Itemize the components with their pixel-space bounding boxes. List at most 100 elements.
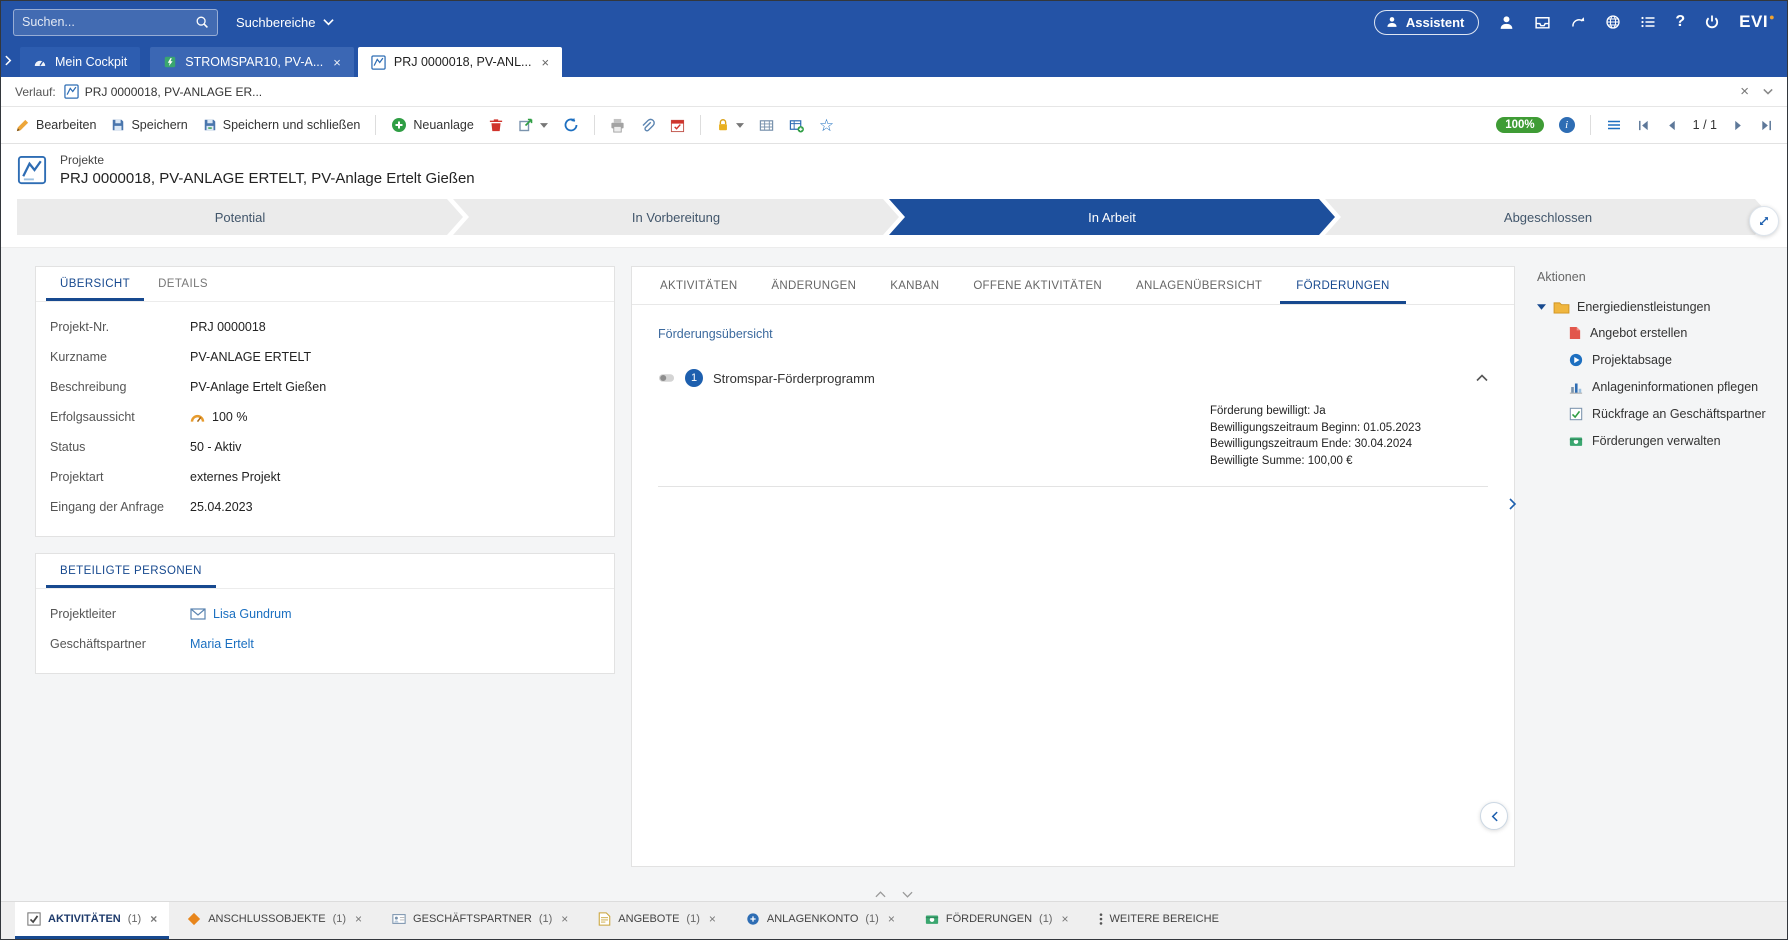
tab-mein-cockpit[interactable]: Mein Cockpit <box>20 47 140 77</box>
group-toggle-icon[interactable] <box>658 372 675 384</box>
bottom-tab-count: (1) <box>1039 913 1052 925</box>
funding-overview-link[interactable]: Förderungsübersicht <box>658 327 773 341</box>
tab-stromspar[interactable]: STROMSPAR10, PV-A... × <box>150 47 354 77</box>
tab-kanban[interactable]: KANBAN <box>874 267 955 304</box>
tab-label: Mein Cockpit <box>55 55 127 69</box>
phase-expand-button[interactable] <box>1749 206 1779 236</box>
power-icon[interactable] <box>1704 14 1720 30</box>
delete-button[interactable] <box>489 118 503 132</box>
bottom-tab-count: (1) <box>686 913 699 925</box>
tab-offene-aktivitaeten[interactable]: OFFENE AKTIVITÄTEN <box>957 267 1118 304</box>
new-record-button[interactable]: Neuanlage <box>391 117 473 133</box>
actions-group[interactable]: Energiedienstleistungen <box>1537 300 1775 314</box>
user-icon[interactable] <box>1498 14 1515 31</box>
caret-down-icon[interactable] <box>1537 304 1546 310</box>
envelope-icon[interactable] <box>190 608 206 620</box>
tab-prj-0000018[interactable]: PRJ 0000018, PV-ANL... × <box>358 47 562 77</box>
tab-close-icon[interactable]: × <box>333 55 341 70</box>
attachment-button[interactable] <box>640 118 655 133</box>
nav-last-button[interactable] <box>1760 119 1773 132</box>
action-projektabsage[interactable]: Projektabsage <box>1569 353 1775 367</box>
tab-close-icon[interactable]: × <box>1061 912 1068 926</box>
project-lead-link[interactable]: Lisa Gundrum <box>213 607 292 621</box>
business-partner-link[interactable]: Maria Ertelt <box>190 637 254 651</box>
export-icon <box>518 117 534 133</box>
tab-beteiligte-personen[interactable]: BETEILIGTE PERSONEN <box>46 554 216 588</box>
global-search[interactable] <box>13 9 218 36</box>
list-icon[interactable] <box>1640 14 1656 30</box>
action-anlageninformationen-pflegen[interactable]: Anlageninformationen pflegen <box>1569 380 1775 394</box>
assistant-button[interactable]: Assistent <box>1374 10 1480 35</box>
chevron-down-icon[interactable] <box>1763 88 1773 95</box>
search-areas-dropdown[interactable]: Suchbereiche <box>230 11 340 34</box>
actions-title: Aktionen <box>1537 270 1775 284</box>
phase-potential[interactable]: Potential <box>17 199 463 235</box>
action-angebot-erstellen[interactable]: Angebot erstellen <box>1569 326 1775 340</box>
info-icon[interactable]: i <box>1559 117 1575 133</box>
refresh-button[interactable] <box>563 117 579 133</box>
close-icon[interactable]: × <box>1740 83 1749 100</box>
phase-label: In Arbeit <box>1088 210 1136 225</box>
chevron-up-icon[interactable] <box>875 891 886 898</box>
bottom-tab-anlagenkonto[interactable]: ANLAGENKONTO (1) × <box>734 902 907 939</box>
permissions-button[interactable] <box>716 118 744 132</box>
chevron-down-icon[interactable] <box>902 891 913 898</box>
bottom-tab-anschlussobjekte[interactable]: ANSCHLUSSOBJEKTE (1) × <box>175 902 374 939</box>
help-icon[interactable]: ? <box>1675 13 1685 31</box>
bottom-tab-label: ANLAGENKONTO <box>767 913 859 925</box>
lock-icon <box>716 118 730 132</box>
nav-first-button[interactable] <box>1637 119 1650 132</box>
participants-card-tabs: BETEILIGTE PERSONEN <box>36 554 614 589</box>
action-rueckfrage-geschaeftspartner[interactable]: Rückfrage an Geschäftspartner <box>1569 407 1775 421</box>
tab-anlagenuebersicht[interactable]: ANLAGENÜBERSICHT <box>1120 267 1278 304</box>
tab-close-icon[interactable]: × <box>709 912 716 926</box>
tab-overflow-chevron-icon[interactable] <box>5 55 12 66</box>
tab-close-icon[interactable]: × <box>541 55 549 70</box>
toolbar-separator <box>1590 115 1591 135</box>
field-row: Status 50 - Aktiv <box>50 432 600 462</box>
save-and-close-button[interactable]: Speichern und schließen <box>203 118 361 132</box>
edit-button[interactable]: Bearbeiten <box>15 118 96 133</box>
phase-in-vorbereitung[interactable]: In Vorbereitung <box>453 199 899 235</box>
field-row: Projektleiter Lisa Gundrum <box>50 599 600 629</box>
history-entry[interactable]: PRJ 0000018, PV-ANLAGE ER... <box>64 84 262 99</box>
tab-uebersicht[interactable]: ÜBERSICHT <box>46 267 144 301</box>
nav-next-button[interactable] <box>1732 119 1745 132</box>
panel-collapse-button[interactable] <box>1480 802 1508 830</box>
favorite-star-icon[interactable]: ☆ <box>819 117 834 134</box>
bottom-tab-foerderungen[interactable]: FÖRDERUNGEN (1) × <box>913 902 1081 939</box>
tab-foerderungen[interactable]: FÖRDERUNGEN <box>1280 267 1405 304</box>
tab-close-icon[interactable]: × <box>355 912 362 926</box>
bottom-tab-angebote[interactable]: ANGEBOTE (1) × <box>586 902 728 939</box>
funding-group-header[interactable]: 1 Stromspar-Förderprogramm <box>658 369 1488 387</box>
tab-close-icon[interactable]: × <box>561 912 568 926</box>
search-input[interactable] <box>22 15 189 29</box>
bottom-tab-aktivitaeten[interactable]: AKTIVITÄTEN (1) × <box>15 902 169 939</box>
bottom-tab-geschaeftspartner[interactable]: GESCHÄFTSPARTNER (1) × <box>380 902 580 939</box>
tab-aktivitaeten[interactable]: AKTIVITÄTEN <box>644 267 753 304</box>
bottom-tab-weitere-bereiche[interactable]: WEITERE BEREICHE <box>1087 902 1231 939</box>
search-icon[interactable] <box>195 15 209 29</box>
print-button[interactable] <box>610 118 625 133</box>
contact-card-icon <box>392 912 406 926</box>
phase-abgeschlossen[interactable]: Abgeschlossen <box>1325 199 1771 235</box>
phase-in-arbeit[interactable]: In Arbeit <box>889 199 1335 235</box>
field-row: Erfolgsaussicht 100 % <box>50 402 600 432</box>
tab-aenderungen[interactable]: ÄNDERUNGEN <box>755 267 872 304</box>
tab-close-icon[interactable]: × <box>150 912 157 926</box>
export-button[interactable] <box>518 117 548 133</box>
nav-prev-button[interactable] <box>1665 119 1678 132</box>
inbox-icon[interactable] <box>1534 14 1551 31</box>
table-add-button[interactable] <box>789 118 804 133</box>
tab-close-icon[interactable]: × <box>888 912 895 926</box>
table-view-button[interactable] <box>759 118 774 133</box>
redo-icon[interactable] <box>1570 14 1586 30</box>
calendar-button[interactable] <box>670 118 685 133</box>
tab-details[interactable]: DETAILS <box>144 267 222 301</box>
save-button[interactable]: Speichern <box>111 118 187 132</box>
chevron-up-icon[interactable] <box>1476 374 1488 382</box>
globe-icon[interactable] <box>1605 14 1621 30</box>
menu-button[interactable] <box>1606 117 1622 133</box>
action-foerderungen-verwalten[interactable]: Förderungen verwalten <box>1569 434 1775 448</box>
sidebar-expand-chevron-icon[interactable] <box>1509 498 1517 510</box>
